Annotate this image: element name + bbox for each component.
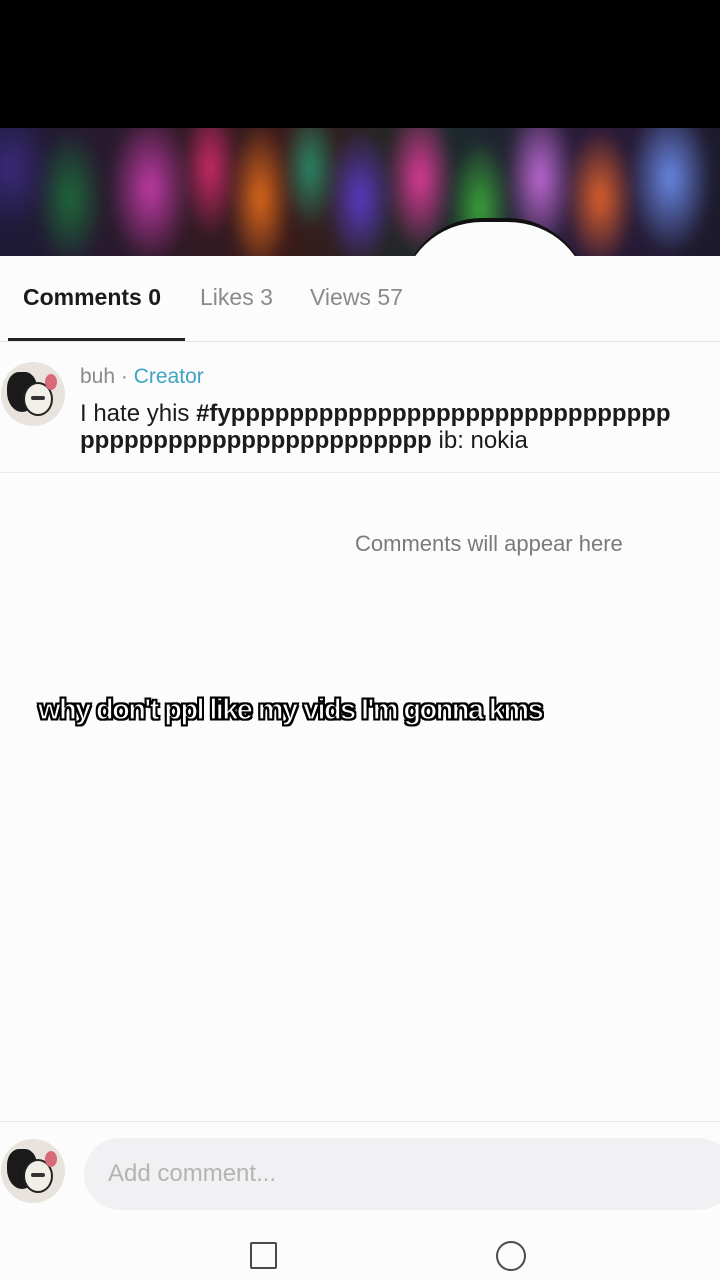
screen: Comments 0 Likes 3 Views 57 buh · Creato… xyxy=(0,0,720,1280)
tab-likes[interactable]: Likes 3 xyxy=(200,284,273,311)
video-top-letterbox xyxy=(0,0,720,128)
system-nav-bar xyxy=(0,1222,720,1280)
square-icon[interactable] xyxy=(250,1242,277,1269)
tab-views[interactable]: Views 57 xyxy=(310,284,403,311)
creator-avatar[interactable] xyxy=(1,362,65,426)
creator-badge: Creator xyxy=(133,365,204,388)
user-avatar xyxy=(1,1139,65,1203)
circle-icon[interactable] xyxy=(496,1241,526,1271)
empty-comments-message: Comments will appear here xyxy=(355,531,623,556)
comment-tabs: Comments 0 Likes 3 Views 57 xyxy=(0,256,720,342)
add-comment-input[interactable] xyxy=(84,1138,720,1210)
video-blurred-frame xyxy=(0,128,720,256)
creator-caption-comment: buh · Creator I hate yhis #fyppppppppppp… xyxy=(0,343,720,473)
author-name[interactable]: buh xyxy=(80,365,115,388)
caption-text-suffix: ib: nokia xyxy=(431,427,528,454)
comment-author-line: buh · Creator xyxy=(80,365,204,389)
active-tab-indicator xyxy=(8,338,185,341)
author-separator: · xyxy=(115,365,134,388)
caption-text-prefix: I hate yhis xyxy=(80,400,197,427)
video-preview[interactable] xyxy=(0,128,720,256)
video-overlay-caption: why don't ppl like my vids I'm gonna kms xyxy=(37,693,544,726)
caption-text: I hate yhis #fyppppppppppppppppppppppppp… xyxy=(80,400,680,454)
tab-comments[interactable]: Comments 0 xyxy=(23,284,161,311)
comment-composer xyxy=(0,1121,720,1221)
